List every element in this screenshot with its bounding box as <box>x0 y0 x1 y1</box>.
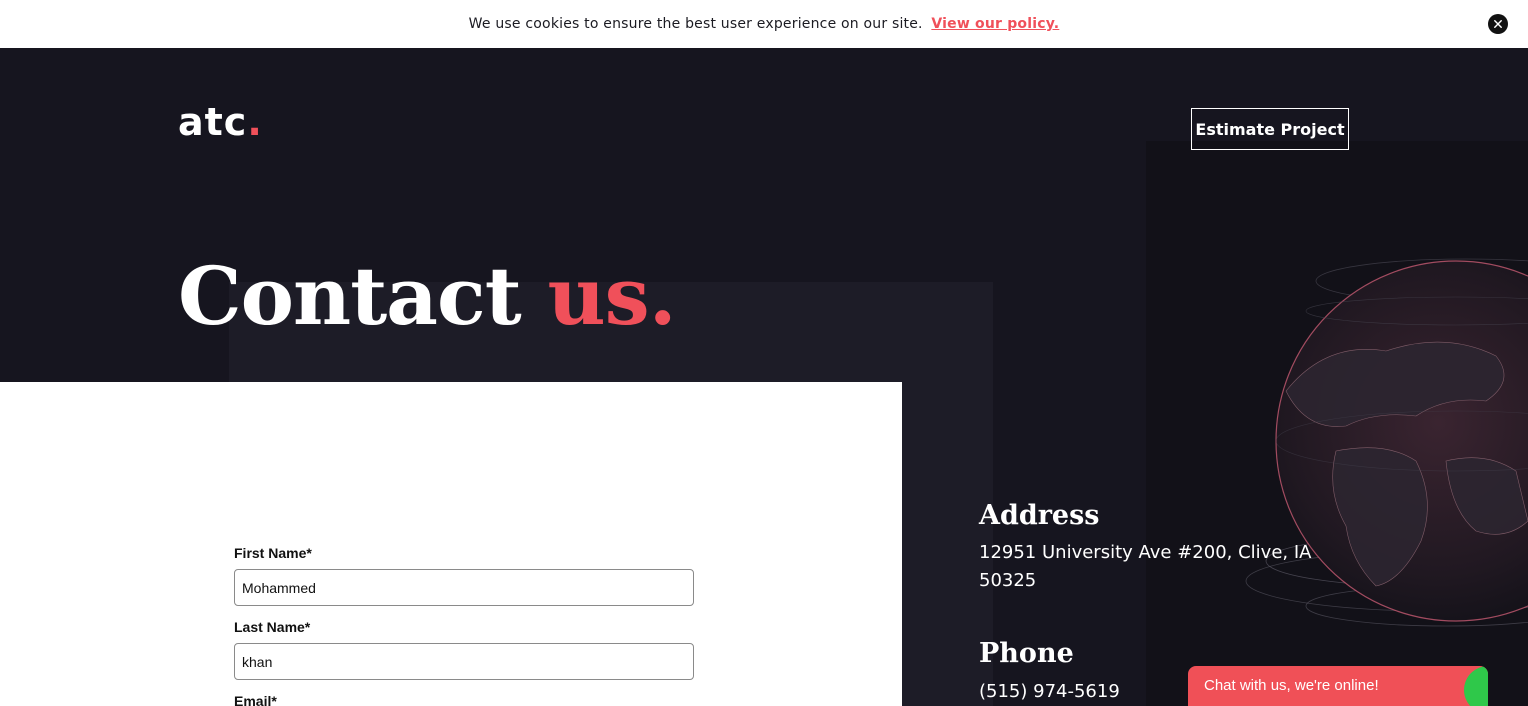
page-title-accent: us. <box>547 249 677 343</box>
logo-text: atc <box>178 100 248 144</box>
page-title: Contact us. <box>178 256 677 336</box>
chat-widget[interactable]: Chat with us, we're online! <box>1188 666 1488 706</box>
first-name-label: First Name* <box>234 545 312 561</box>
contact-form-card: First Name* Last Name* Email* <box>0 382 902 706</box>
last-name-input[interactable] <box>234 643 694 680</box>
last-name-label: Last Name* <box>234 619 311 635</box>
online-status-indicator <box>1464 666 1488 706</box>
page-title-main: Contact <box>178 249 548 343</box>
email-label: Email* <box>234 693 277 706</box>
first-name-input[interactable] <box>234 569 694 606</box>
cookie-message: We use cookies to ensure the best user e… <box>469 16 1060 32</box>
cookie-close-button[interactable] <box>1488 14 1508 34</box>
logo-dot: . <box>247 100 263 144</box>
close-icon <box>1494 20 1502 28</box>
phone-heading: Phone <box>979 638 1074 669</box>
estimate-project-button[interactable]: Estimate Project <box>1191 108 1349 150</box>
chat-label: Chat with us, we're online! <box>1204 677 1379 694</box>
address-heading: Address <box>979 500 1100 531</box>
cookie-policy-link[interactable]: View our policy. <box>931 16 1059 32</box>
hero-section: atc. Estimate Project Contact us. First … <box>0 48 1528 706</box>
cookie-banner: We use cookies to ensure the best user e… <box>0 0 1528 48</box>
cookie-message-text: We use cookies to ensure the best user e… <box>468 16 923 32</box>
logo[interactable]: atc. <box>178 100 263 144</box>
address-text: 12951 University Ave #200, Clive, IA 503… <box>979 542 1312 591</box>
globe-illustration <box>1245 258 1528 627</box>
